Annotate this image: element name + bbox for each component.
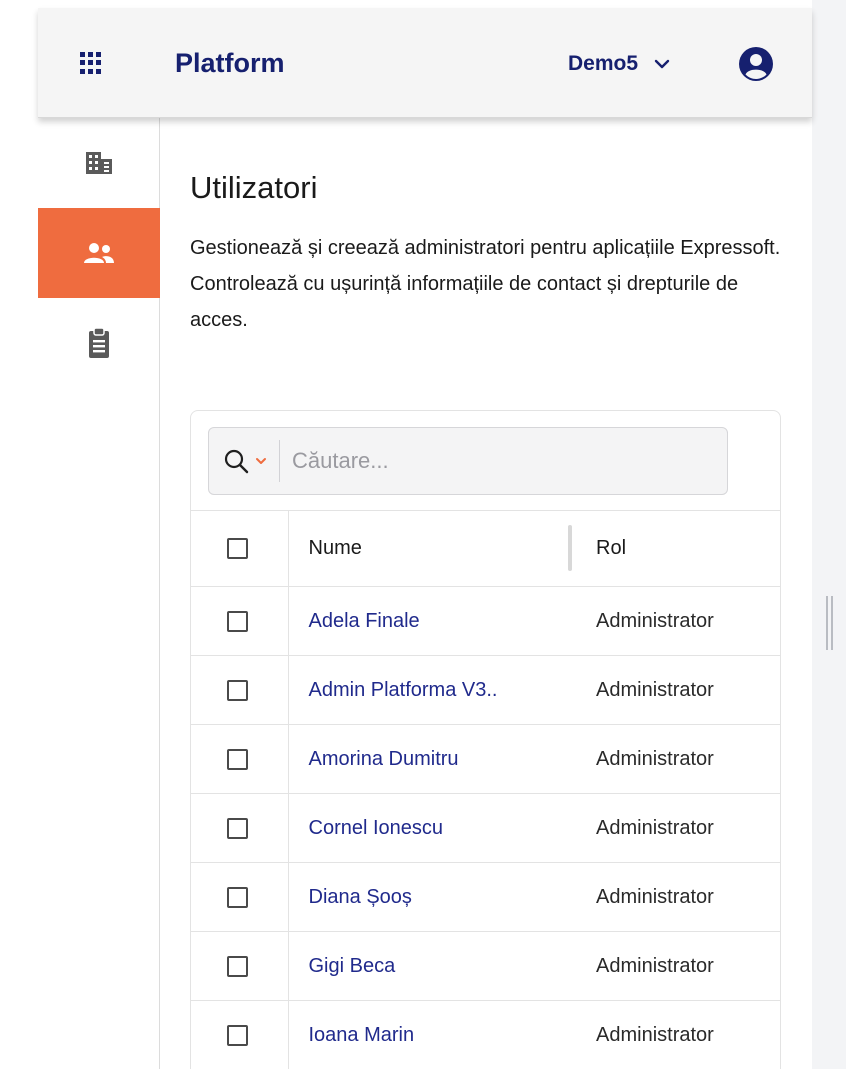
table-row: Cornel Ionescu Administrator (191, 793, 781, 863)
page-title: Utilizatori (190, 170, 318, 205)
search-bar (208, 427, 728, 495)
role-cell: Administrator (588, 655, 781, 725)
top-bar: Platform Demo5 (38, 8, 812, 118)
role-cell: Administrator (588, 793, 781, 863)
table-row: Admin Platforma V3.. Administrator (191, 655, 781, 725)
sidebar-item-companies[interactable] (38, 118, 160, 208)
row-checkbox[interactable] (227, 817, 248, 839)
resize-handle[interactable] (826, 596, 833, 650)
column-header-name[interactable]: Nume (288, 510, 588, 587)
column-resize-handle[interactable] (568, 525, 572, 571)
table-row: Amorina Dumitru Administrator (191, 724, 781, 794)
side-panel (812, 0, 846, 1069)
row-checkbox[interactable] (227, 679, 248, 701)
user-name-link[interactable]: Cornel Ionescu (309, 817, 444, 839)
name-cell: Gigi Beca (288, 931, 588, 1001)
sidebar-item-reports[interactable] (38, 298, 160, 388)
table-row: Diana Șooș Administrator (191, 862, 781, 932)
search-divider (279, 440, 280, 482)
column-header-role-label: Rol (596, 537, 627, 559)
table-header-row: Nume Rol (191, 510, 781, 587)
user-name-link[interactable]: Gigi Beca (309, 955, 396, 977)
name-cell: Ioana Marin (288, 1000, 588, 1069)
app-window: Platform Demo5 Utilizatori Gestionează ș… (0, 0, 812, 1069)
row-checkbox-cell (191, 931, 289, 1001)
users-icon (84, 243, 114, 263)
row-checkbox[interactable] (227, 886, 248, 908)
name-cell: Amorina Dumitru (288, 724, 588, 794)
user-name-link[interactable]: Ioana Marin (309, 1024, 415, 1046)
name-cell: Adela Finale (288, 586, 588, 656)
brand-title: Platform (175, 48, 285, 78)
users-table-card: Nume Rol Adela Finale Administrator Admi (190, 410, 781, 1069)
building-icon (86, 152, 112, 174)
users-table: Nume Rol Adela Finale Administrator Admi (191, 510, 781, 1069)
page-description: Gestionează și creează administratori pe… (190, 237, 781, 331)
role-cell: Administrator (588, 931, 781, 1001)
chevron-down-icon (654, 59, 670, 69)
role-cell: Administrator (588, 586, 781, 656)
row-checkbox-cell (191, 586, 289, 656)
column-header-role[interactable]: Rol (588, 510, 781, 587)
table-row: Ioana Marin Administrator (191, 1000, 781, 1069)
sidebar (38, 118, 160, 1069)
row-checkbox-cell (191, 724, 289, 794)
tenant-label: Demo5 (568, 52, 639, 75)
select-all-cell (191, 510, 289, 587)
role-cell: Administrator (588, 862, 781, 932)
user-name-link[interactable]: Amorina Dumitru (309, 748, 459, 770)
table-row: Adela Finale Administrator (191, 586, 781, 656)
row-checkbox-cell (191, 655, 289, 725)
row-checkbox[interactable] (227, 748, 248, 770)
name-cell: Cornel Ionescu (288, 793, 588, 863)
search-icon[interactable] (223, 448, 249, 474)
grid-icon[interactable] (80, 52, 102, 74)
select-all-checkbox[interactable] (227, 538, 248, 559)
row-checkbox-cell (191, 862, 289, 932)
role-cell: Administrator (588, 1000, 781, 1069)
clipboard-icon (89, 327, 109, 358)
row-checkbox[interactable] (227, 955, 248, 977)
name-cell: Admin Platforma V3.. (288, 655, 588, 725)
user-name-link[interactable]: Adela Finale (309, 610, 420, 632)
row-checkbox[interactable] (227, 1024, 248, 1046)
row-checkbox-cell (191, 1000, 289, 1069)
name-cell: Diana Șooș (288, 862, 588, 932)
sidebar-item-users[interactable] (38, 208, 160, 298)
role-cell: Administrator (588, 724, 781, 794)
search-input[interactable] (292, 448, 672, 474)
tenant-selector[interactable]: Demo5 (568, 52, 670, 76)
column-header-name-label: Nume (308, 537, 362, 559)
user-circle-icon[interactable] (738, 46, 774, 82)
row-checkbox[interactable] (227, 610, 248, 632)
row-checkbox-cell (191, 793, 289, 863)
chevron-down-icon[interactable] (255, 456, 267, 466)
user-name-link[interactable]: Diana Șooș (309, 886, 412, 908)
table-row: Gigi Beca Administrator (191, 931, 781, 1001)
user-name-link[interactable]: Admin Platforma V3.. (309, 679, 498, 701)
